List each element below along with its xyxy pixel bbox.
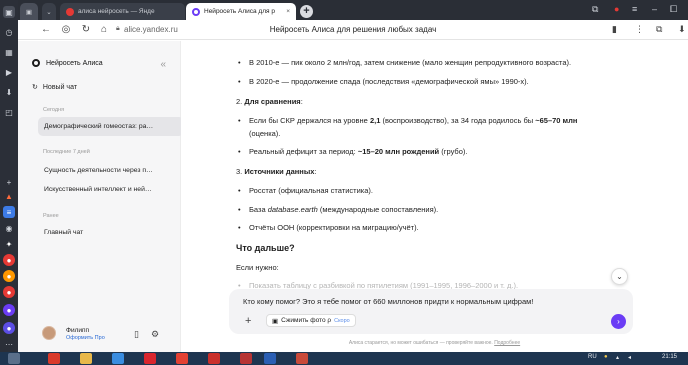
tab-strip: ▣ ⌄ алиса нейросеть — Янде Нейросеть Али… [18,0,688,20]
word-app-icon[interactable] [264,353,276,364]
side-dock: ▣ ◷ ▦ ▶ ⬇ ◰ + ▲ ≡ ◉ ✦ ● ● ● ● ● ⋯ [0,0,18,352]
pdf-app-icon[interactable] [48,353,60,364]
yandex-app-icon[interactable] [208,353,220,364]
settings-gear-icon[interactable]: ⚙ [151,329,159,340]
music-app-icon[interactable]: ● [3,270,15,282]
tab-alice[interactable]: Нейросеть Алиса для р × [186,3,296,20]
yandex-favicon-icon [66,7,74,16]
tray-icon[interactable]: ● [604,354,608,360]
triangle-app-icon[interactable]: ▲ [3,190,15,202]
market-app-icon[interactable]: ● [3,286,15,298]
list-item: Росстат (официальная статистика). [238,186,373,195]
section-heading: 2. Для сравнения: [236,97,303,106]
disclaimer: Алиса старается, но может ошибаться — пр… [348,340,521,346]
clock: 21:15 [662,354,678,360]
media-app-icon[interactable] [296,353,308,364]
list-item: Реальный дефицит за период: ~15–20 млн р… [238,147,467,156]
alice-favicon-icon [192,7,200,16]
alice-app-icon[interactable]: ● [3,304,15,316]
section-heading: 3. Источники данных: [236,167,317,176]
address-bar: ← ◎ ↻ ⌂ 🔒︎ alice.yandex.ru Нейросеть Али… [18,20,688,40]
message-input[interactable]: Кто кому помог? Это я тебе помог от 660 … [243,297,533,306]
browser-logo-icon[interactable]: ▣ [20,3,38,20]
start-icon[interactable] [8,353,20,364]
page-title: Нейросеть Алиса для решения любых задач [269,25,437,34]
tab-list-icon[interactable]: ⌄ [42,3,56,20]
tab-search[interactable]: алиса нейросеть — Янде [60,3,185,20]
apps-icon[interactable]: ▦ [3,46,15,58]
compress-photo-chip[interactable]: ▣ Сжимить фото ρ Скоро [266,314,356,327]
paragraph: Если нужно: [236,263,279,272]
download-bar-icon[interactable]: ⬇ [678,24,686,35]
maximize-icon[interactable]: ⧠ [670,4,677,15]
mail-app-icon[interactable] [240,353,252,364]
list-item: Отчёты ООН (корректировки на миграцию/уч… [238,223,419,232]
attach-plus-icon[interactable]: + [245,315,251,327]
phone-icon[interactable]: ▯ [134,329,139,340]
maps-app-icon[interactable]: ● [3,254,15,266]
chat-item[interactable]: Искусственный интеллект и ней… [38,180,184,199]
chat-content: В 2010-е — пик около 2 млн/год, затем сн… [181,41,688,352]
add-icon[interactable]: + [3,176,15,188]
collapse-sidebar-icon[interactable]: « [160,59,166,70]
network-icon[interactable]: ▴ [616,354,619,361]
new-chat-button[interactable]: ↻ Новый чат [32,83,77,92]
chat-sidebar: Нейросеть Алиса « ↻ Новый чат Сегодня Де… [18,41,184,352]
chat-item[interactable]: Сущность деятельности через п… [38,161,184,180]
opera-app-icon[interactable] [144,353,156,364]
dock-app-icon[interactable]: ▣ [3,6,15,18]
minimize-icon[interactable]: – [652,4,657,14]
chrome-app-icon[interactable] [176,353,188,364]
screenshot-icon[interactable]: ◰ [3,106,15,118]
scroll-down-button[interactable]: ⌄ [611,268,628,285]
user-name: Филипп [66,327,90,334]
list-item: В 2010-е — пик около 2 млн/год, затем сн… [238,58,571,67]
chat-item[interactable]: Главный чат [38,223,184,242]
chat-app-icon[interactable]: ● [3,322,15,334]
more-options-icon[interactable]: ⋮ [635,24,644,35]
play-icon[interactable]: ▶ [3,66,15,78]
send-button[interactable]: › [611,314,626,329]
new-tab-button[interactable]: + [300,5,313,18]
app-header[interactable]: Нейросеть Алиса [32,59,103,67]
ie-app-icon[interactable] [112,353,124,364]
docs-app-icon[interactable]: ≡ [3,206,15,218]
language-indicator[interactable]: RU [588,354,597,360]
bookmark-icon[interactable]: ▮ [612,24,617,35]
list-item-continuation: (оценка). [249,129,281,138]
download-icon[interactable]: ⬇ [3,86,15,98]
bookmarks-icon[interactable]: ⧉ [592,4,598,15]
sparkle-app-icon[interactable]: ✦ [3,238,15,250]
message-composer[interactable]: Кто кому помог? Это я тебе помог от 660 … [229,289,633,334]
more-link[interactable]: Подробнее [494,340,520,346]
list-item: База database.earth (международные сопос… [238,205,438,214]
circle-app-icon[interactable]: ◉ [3,222,15,234]
close-tab-icon[interactable]: × [286,8,290,15]
section-title: Что дальше? [236,243,295,253]
image-icon: ▣ [272,317,279,325]
extensions-icon[interactable]: ⧉ [656,24,662,35]
list-item: В 2020-е — продолжение спада (последстви… [238,77,529,86]
new-chat-icon: ↻ [32,84,38,91]
taskbar: RU ● ▴ ◂ 21:15 [0,352,688,365]
list-item: Если бы СКР держался на уровне 2,1 (восп… [238,116,577,125]
notifications-icon[interactable]: ● [614,4,619,14]
chat-item[interactable]: Демографический гомеостаз: ра… [38,117,184,136]
section-label: Ранее [43,213,59,219]
volume-icon[interactable]: ◂ [628,354,631,361]
section-label: Последние 7 дней [43,149,90,155]
history-icon[interactable]: ◷ [3,26,15,38]
subscribe-link[interactable]: Оформить Про [66,335,105,341]
alice-logo-icon [32,59,40,67]
folder-app-icon[interactable] [80,353,92,364]
avatar[interactable] [42,326,56,340]
menu-icon[interactable]: ≡ [632,4,637,14]
more-icon[interactable]: ⋯ [3,338,15,350]
section-label: Сегодня [43,107,65,113]
